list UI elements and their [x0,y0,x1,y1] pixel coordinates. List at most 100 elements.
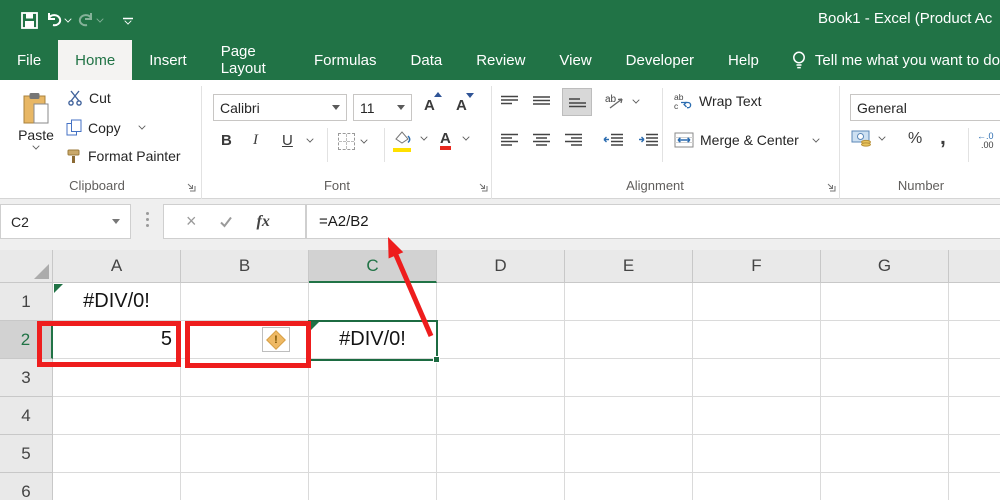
cell-G2[interactable] [821,321,949,359]
cell-partial4[interactable] [949,397,1000,435]
cancel-icon[interactable]: × [186,211,197,232]
tell-me-box[interactable]: Tell me what you want to do [792,40,1000,80]
accounting-format-button[interactable] [851,130,885,147]
tab-home[interactable]: Home [58,40,132,80]
increase-font-size-button[interactable]: A [424,97,435,114]
row-header-3[interactable]: 3 [0,359,53,397]
align-bottom-button[interactable] [562,88,592,116]
tab-insert[interactable]: Insert [132,40,204,80]
cell-B4[interactable] [181,397,309,435]
enter-check-icon[interactable] [219,216,233,228]
cell-C1[interactable] [309,283,437,321]
undo-dropdown-icon[interactable] [64,15,71,22]
column-header-C[interactable]: C [309,250,437,283]
align-top-button[interactable] [500,95,519,108]
cell-C3[interactable] [309,359,437,397]
cell-D3[interactable] [437,359,565,397]
column-header-B[interactable]: B [181,250,309,283]
decrease-font-size-button[interactable]: A [456,97,467,114]
cell-B5[interactable] [181,435,309,473]
font-name-combo[interactable]: Calibri [213,94,347,121]
column-header-E[interactable]: E [565,250,693,283]
cell-E2[interactable] [565,321,693,359]
cell-F1[interactable] [693,283,821,321]
underline-dropdown-icon[interactable] [306,135,313,142]
tab-formulas[interactable]: Formulas [297,40,394,80]
cell-G1[interactable] [821,283,949,321]
cut-button[interactable]: Cut [68,90,111,106]
accounting-dropdown-icon[interactable] [878,133,885,140]
name-box-dropdown-icon[interactable] [112,219,120,224]
bold-button[interactable]: B [221,132,232,149]
cell-F5[interactable] [693,435,821,473]
font-size-combo[interactable]: 11 [353,94,412,121]
undo-button[interactable] [45,12,71,28]
cell-E1[interactable] [565,283,693,321]
error-options-button[interactable]: ! [262,327,290,352]
cell-D5[interactable] [437,435,565,473]
alignment-dialog-launcher-icon[interactable] [826,179,836,195]
cell-D1[interactable] [437,283,565,321]
increase-indent-button[interactable] [638,133,659,146]
cell-A2[interactable]: 5 [53,321,181,359]
cell-F6[interactable] [693,473,821,500]
comma-style-button[interactable]: , [940,126,946,150]
cell-partial5[interactable] [949,435,1000,473]
align-center-button[interactable] [532,133,551,146]
cell-B1[interactable] [181,283,309,321]
cell-E5[interactable] [565,435,693,473]
font-size-dropdown-icon[interactable] [397,105,405,110]
cell-E4[interactable] [565,397,693,435]
cell-A5[interactable] [53,435,181,473]
font-color-dropdown-icon[interactable] [462,133,469,140]
align-right-button[interactable] [564,133,583,146]
select-all-button[interactable] [0,250,53,283]
merge-center-dropdown-icon[interactable] [812,135,819,142]
cell-E3[interactable] [565,359,693,397]
font-dialog-launcher-icon[interactable] [478,179,488,195]
cell-A1[interactable]: #DIV/0! [53,283,181,321]
row-header-4[interactable]: 4 [0,397,53,435]
copy-button[interactable]: Copy [66,119,145,136]
name-box[interactable]: C2 [0,204,131,239]
decrease-indent-button[interactable] [603,133,624,146]
cell-partial2[interactable] [949,321,1000,359]
column-header-A[interactable]: A [53,250,181,283]
font-name-dropdown-icon[interactable] [332,105,340,110]
column-header-F[interactable]: F [693,250,821,283]
orientation-dropdown-icon[interactable] [632,96,639,103]
underline-button[interactable]: U [282,132,313,149]
tab-data[interactable]: Data [394,40,460,80]
cell-C4[interactable] [309,397,437,435]
row-header-5[interactable]: 5 [0,435,53,473]
clipboard-dialog-launcher-icon[interactable] [186,179,196,195]
cell-G4[interactable] [821,397,949,435]
cell-partial6[interactable] [949,473,1000,500]
tab-help[interactable]: Help [711,40,776,80]
formula-bar-resize-handle[interactable] [146,212,149,227]
cell-F3[interactable] [693,359,821,397]
paste-button[interactable]: Paste [10,88,62,180]
font-color-button[interactable]: A [440,130,469,147]
cell-A6[interactable] [53,473,181,500]
increase-decimal-button[interactable]: ←.0 .00 [977,132,994,150]
cell-C6[interactable] [309,473,437,500]
tab-review[interactable]: Review [459,40,542,80]
cell-E6[interactable] [565,473,693,500]
align-left-button[interactable] [500,133,519,146]
format-painter-button[interactable]: Format Painter [66,148,181,164]
tab-file[interactable]: File [0,40,58,80]
borders-button[interactable] [338,133,367,150]
fill-color-button[interactable] [393,130,427,147]
cell-D4[interactable] [437,397,565,435]
cell-A3[interactable] [53,359,181,397]
tab-page-layout[interactable]: Page Layout [204,40,297,80]
column-header-G[interactable]: G [821,250,949,283]
column-header-partial[interactable] [949,250,1000,283]
row-header-1[interactable]: 1 [0,283,53,321]
cell-B3[interactable] [181,359,309,397]
cell-G5[interactable] [821,435,949,473]
row-header-2[interactable]: 2 [0,321,53,359]
paste-dropdown-icon[interactable] [32,142,39,149]
insert-function-icon[interactable]: fx [257,213,270,231]
